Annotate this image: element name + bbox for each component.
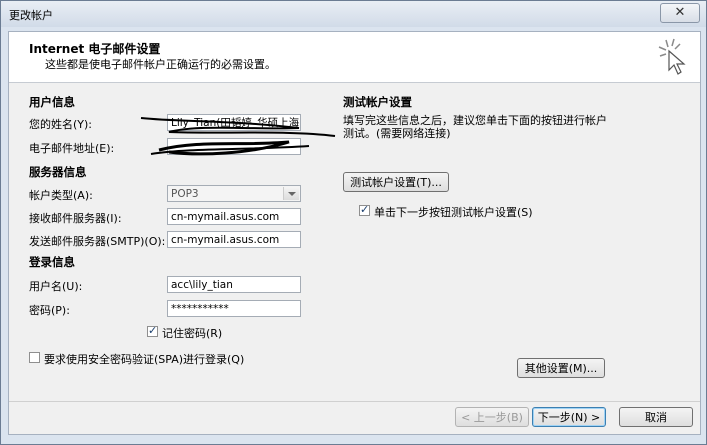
username-input[interactable]: acc\lily_tian: [167, 276, 301, 293]
name-input[interactable]: Lily_Tian(田韬婷_华硕上海): [167, 114, 301, 131]
test-description: 填写完这些信息之后，建议您单击下面的按钮进行帐户测试。(需要网络连接): [343, 114, 607, 140]
outgoing-server-label: 发送邮件服务器(SMTP)(O):: [29, 235, 166, 248]
incoming-server-input[interactable]: cn-mymail.asus.com: [167, 208, 301, 225]
name-label: 您的姓名(Y):: [29, 118, 93, 131]
test-account-button[interactable]: 测试帐户设置(T)...: [343, 172, 449, 192]
close-button[interactable]: ✕: [660, 3, 700, 23]
page-title: Internet 电子邮件设置: [29, 42, 161, 56]
server-info-heading: 服务器信息: [29, 165, 87, 179]
email-label: 电子邮件地址(E):: [29, 142, 115, 155]
remember-password-label: 记住密码(R): [162, 327, 223, 340]
window-title: 更改帐户: [9, 9, 53, 22]
spa-label: 要求使用安全密码验证(SPA)进行登录(Q): [44, 353, 245, 366]
back-button[interactable]: < 上一步(B): [455, 407, 529, 427]
account-type-label: 帐户类型(A):: [29, 189, 93, 202]
dialog-body: Internet 电子邮件设置 这些都是使电子邮件帐户正确运行的必需设置。 用户…: [8, 31, 701, 435]
cursor-click-icon: [658, 38, 686, 75]
more-settings-button[interactable]: 其他设置(M)...: [517, 358, 605, 378]
incoming-server-label: 接收邮件服务器(I):: [29, 212, 122, 225]
account-type-select[interactable]: POP3: [167, 185, 301, 202]
title-bar: 更改帐户 ✕: [1, 1, 706, 27]
auto-test-checkbox[interactable]: [359, 203, 370, 216]
chevron-down-icon: [283, 187, 299, 200]
login-info-heading: 登录信息: [29, 255, 75, 269]
dialog-header: Internet 电子邮件设置 这些都是使电子邮件帐户正确运行的必需设置。: [9, 32, 700, 83]
cancel-button[interactable]: 取消: [619, 407, 693, 427]
username-label: 用户名(U):: [29, 280, 83, 293]
password-label: 密码(P):: [29, 304, 70, 317]
test-heading: 测试帐户设置: [343, 95, 412, 109]
user-info-heading: 用户信息: [29, 95, 75, 109]
change-account-window: 更改帐户 ✕ Internet 电子邮件设置 这些都是使电子邮件帐户正确运行的必…: [0, 0, 707, 445]
remember-password-checkbox[interactable]: [147, 324, 158, 337]
page-subtitle: 这些都是使电子邮件帐户正确运行的必需设置。: [45, 58, 276, 71]
close-icon: ✕: [674, 5, 686, 20]
email-input[interactable]: [167, 138, 301, 155]
password-input[interactable]: ***********: [167, 300, 301, 317]
outgoing-server-input[interactable]: cn-mymail.asus.com: [167, 231, 301, 248]
next-button[interactable]: 下一步(N) >: [532, 407, 606, 427]
footer-divider: [9, 401, 700, 402]
account-type-value: POP3: [171, 188, 199, 200]
spa-checkbox[interactable]: [29, 352, 40, 363]
auto-test-label: 单击下一步按钮测试帐户设置(S): [374, 206, 533, 219]
